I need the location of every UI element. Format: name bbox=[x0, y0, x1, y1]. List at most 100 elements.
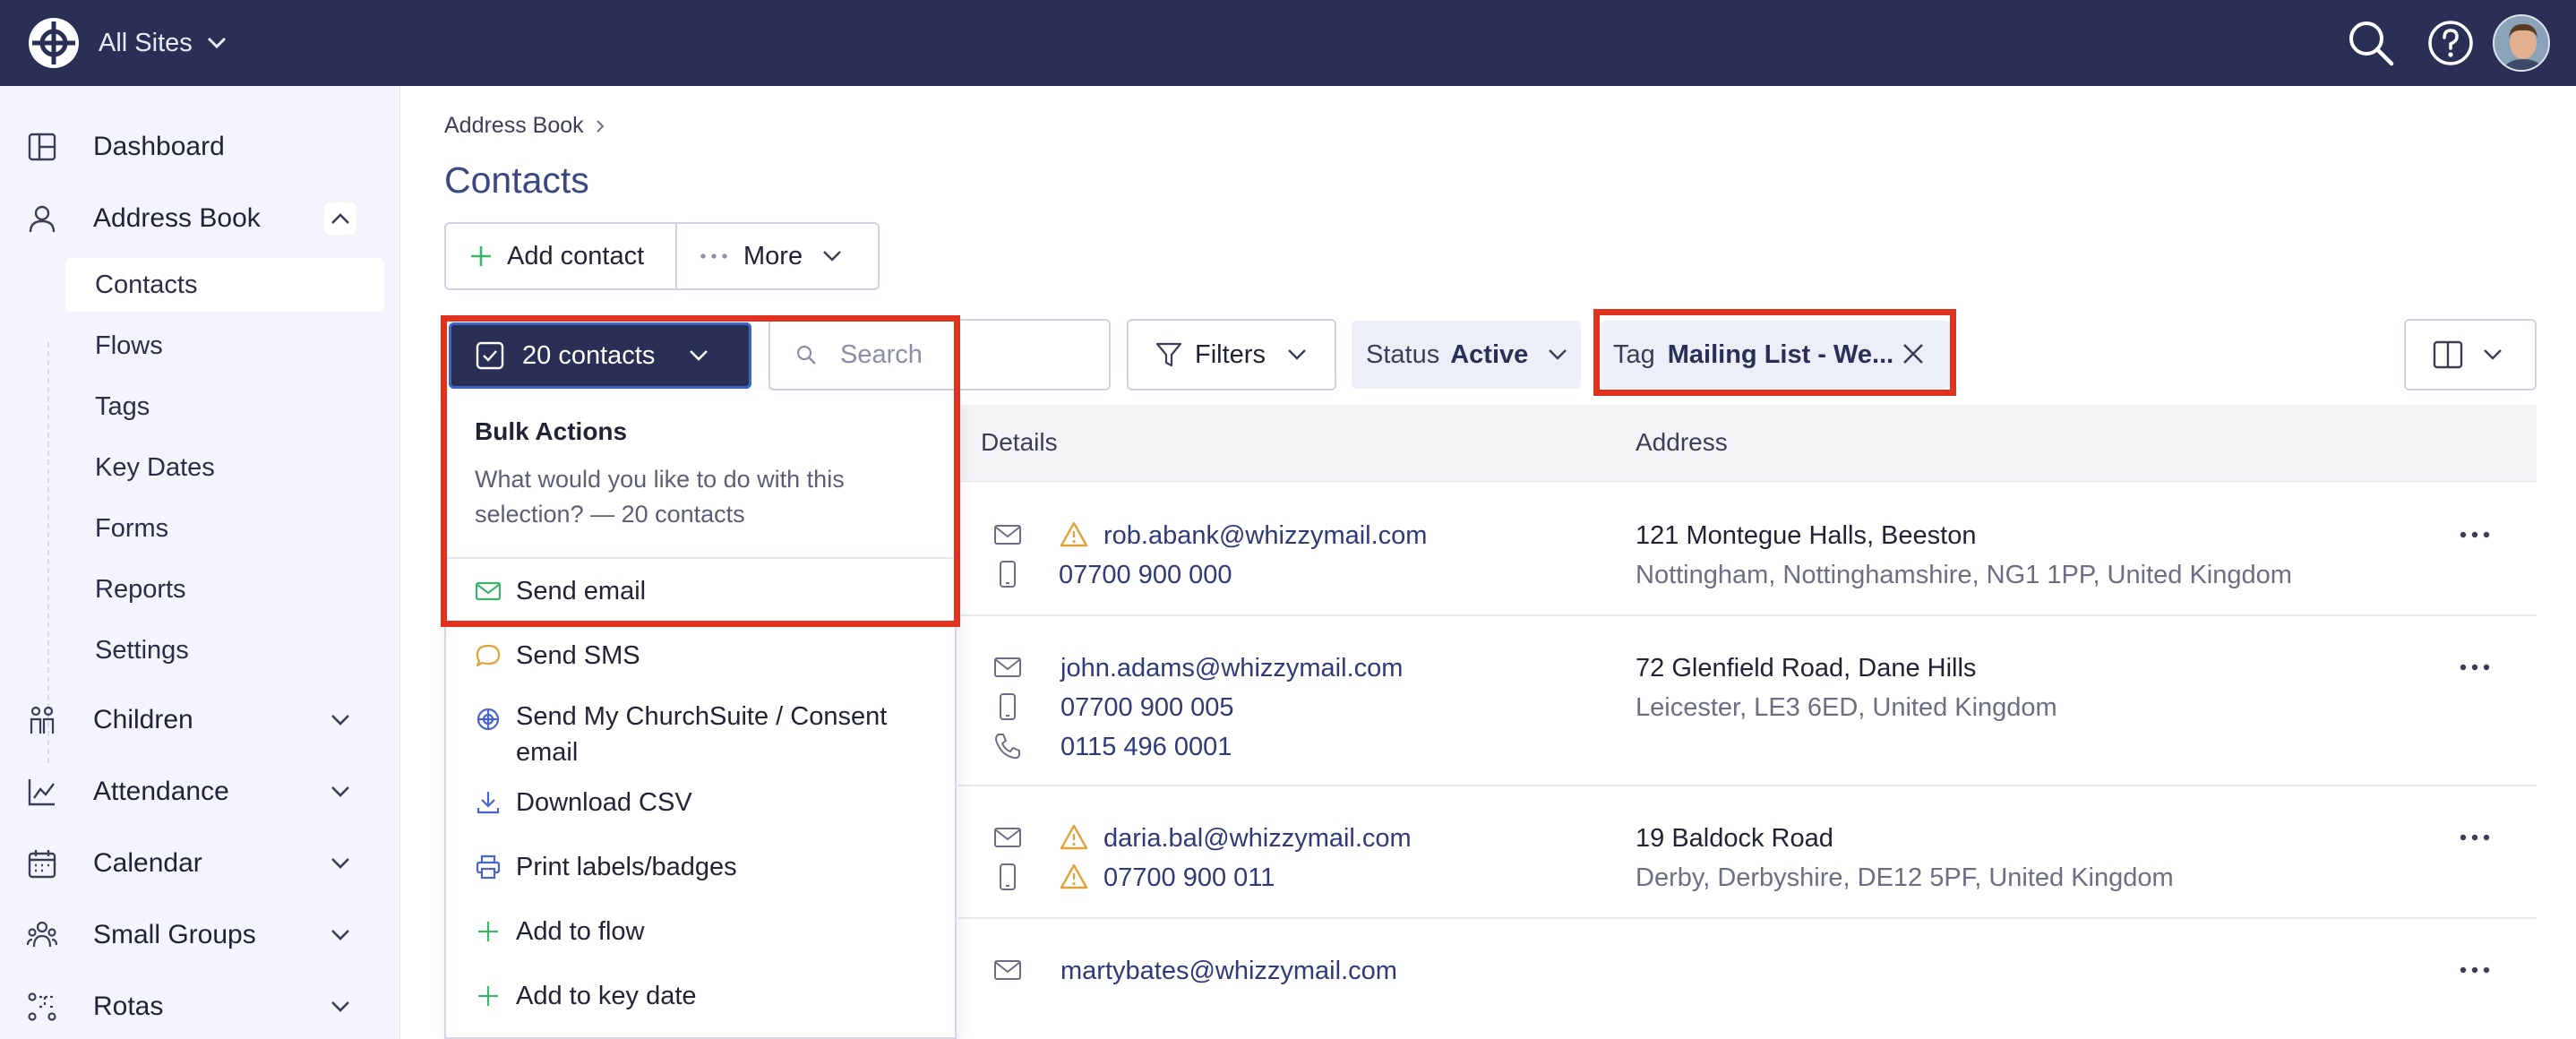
column-header-address[interactable]: Address bbox=[1636, 428, 1728, 457]
table-row[interactable]: martybates@whizzymail.com bbox=[958, 919, 2537, 1039]
sidebar-item-attendance[interactable]: Attendance bbox=[0, 765, 399, 819]
rota-icon bbox=[28, 992, 56, 1021]
column-layout-button[interactable] bbox=[2404, 319, 2537, 391]
search-field[interactable] bbox=[769, 319, 1111, 391]
row-menu-icon[interactable] bbox=[2452, 654, 2497, 681]
contact-email-link[interactable]: martybates@whizzymail.com bbox=[1060, 957, 1397, 986]
print-labels-action[interactable]: Print labels/badges bbox=[446, 840, 955, 894]
action-label: Add to flow bbox=[516, 916, 645, 946]
more-label: More bbox=[743, 241, 803, 270]
sidebar-subitem-flows[interactable]: Flows bbox=[65, 319, 384, 373]
breadcrumb[interactable]: Address Book bbox=[444, 113, 605, 139]
sidebar-item-address-book[interactable]: Address Book bbox=[0, 192, 399, 245]
contact-email-link[interactable]: rob.abank@whizzymail.com bbox=[1103, 521, 1427, 551]
group-icon bbox=[27, 921, 57, 948]
contact-email-link[interactable]: daria.bal@whizzymail.com bbox=[1103, 824, 1412, 854]
table-row[interactable]: john.adams@whizzymail.com 07700 900 005 … bbox=[958, 616, 2537, 786]
breadcrumb-address-book[interactable]: Address Book bbox=[444, 113, 584, 139]
contact-landline-link[interactable]: 0115 496 0001 bbox=[1060, 733, 1232, 762]
children-icon bbox=[30, 706, 55, 734]
sidebar-item-label: Attendance bbox=[93, 777, 229, 806]
sidebar-subitem-key-dates[interactable]: Key Dates bbox=[65, 441, 384, 494]
chevron-down-icon bbox=[1549, 349, 1567, 360]
sidebar-item-small-groups[interactable]: Small Groups bbox=[0, 908, 399, 962]
sidebar-subitem-tags[interactable]: Tags bbox=[65, 380, 384, 434]
sidebar-item-label: Calendar bbox=[93, 848, 202, 878]
address-line-2: Derby, Derbyshire, DE12 5PF, United King… bbox=[1636, 863, 2174, 892]
sidebar: Dashboard Address Book Contacts Flows Ta… bbox=[0, 86, 400, 1039]
tag-filter-value: Mailing List - We... bbox=[1667, 339, 1894, 369]
envelope-icon bbox=[994, 960, 1021, 980]
plus-icon bbox=[478, 922, 498, 941]
contact-email-link[interactable]: john.adams@whizzymail.com bbox=[1060, 654, 1403, 683]
chevron-up-icon[interactable] bbox=[324, 202, 356, 235]
chevron-down-icon[interactable] bbox=[324, 847, 356, 880]
row-menu-icon[interactable] bbox=[2452, 957, 2497, 983]
selected-contacts-button[interactable]: 20 contacts bbox=[449, 322, 751, 389]
logo-icon[interactable] bbox=[27, 16, 81, 70]
table-row[interactable]: rob.abank@whizzymail.com 07700 900 000 1… bbox=[958, 482, 2537, 616]
warning-icon bbox=[1060, 863, 1088, 889]
bulk-actions-description: What would you like to do with this sele… bbox=[475, 466, 845, 528]
sidebar-item-label: Children bbox=[93, 705, 193, 734]
warning-icon bbox=[1060, 824, 1088, 850]
mobile-icon bbox=[1000, 561, 1016, 588]
contact-mobile-link[interactable]: 07700 900 011 bbox=[1103, 863, 1275, 893]
column-header-details[interactable]: Details bbox=[981, 428, 1058, 457]
close-icon[interactable] bbox=[1898, 339, 1928, 369]
warning-icon bbox=[1060, 521, 1088, 547]
search-input[interactable] bbox=[840, 339, 1073, 370]
chevron-down-icon bbox=[2484, 349, 2502, 360]
sidebar-item-calendar[interactable]: Calendar bbox=[0, 837, 399, 890]
envelope-icon bbox=[994, 525, 1021, 545]
envelope-icon bbox=[475, 581, 502, 601]
sidebar-item-rotas[interactable]: Rotas bbox=[0, 980, 399, 1034]
sidebar-item-children[interactable]: Children bbox=[0, 693, 399, 747]
avatar[interactable] bbox=[2493, 14, 2550, 72]
add-to-key-date-action[interactable]: Add to key date bbox=[446, 969, 955, 1023]
sidebar-subitem-settings[interactable]: Settings bbox=[65, 623, 384, 677]
tag-filter-chip[interactable]: Tag Mailing List - We... bbox=[1601, 321, 1950, 389]
columns-icon bbox=[2433, 340, 2463, 369]
chevron-down-icon[interactable] bbox=[324, 991, 356, 1023]
filters-button[interactable]: Filters bbox=[1127, 319, 1336, 391]
sidebar-subitem-reports[interactable]: Reports bbox=[65, 562, 384, 616]
chevron-down-icon bbox=[690, 350, 708, 361]
status-filter-chip[interactable]: Status Active bbox=[1352, 321, 1581, 389]
send-consent-email-action[interactable]: Send My ChurchSuite / Consent email bbox=[446, 693, 955, 772]
sidebar-item-label: Dashboard bbox=[93, 132, 225, 161]
chevron-down-icon[interactable] bbox=[324, 704, 356, 736]
sidebar-subitem-contacts[interactable]: Contacts bbox=[65, 258, 384, 312]
filters-label: Filters bbox=[1195, 339, 1266, 369]
site-switcher[interactable]: All Sites bbox=[99, 23, 227, 63]
table-row[interactable]: daria.bal@whizzymail.com 07700 900 011 1… bbox=[958, 786, 2537, 919]
add-contact-button[interactable]: Add contact bbox=[446, 224, 677, 288]
plus-icon bbox=[471, 246, 491, 266]
table-header: Details Address bbox=[958, 405, 2537, 482]
status-filter-value: Active bbox=[1450, 339, 1529, 369]
contact-mobile-link[interactable]: 07700 900 000 bbox=[1059, 561, 1232, 590]
search-icon[interactable] bbox=[2344, 16, 2398, 70]
more-button[interactable]: More bbox=[677, 224, 878, 288]
address-line-1: 19 Baldock Road bbox=[1636, 824, 1833, 853]
row-menu-icon[interactable] bbox=[2452, 824, 2497, 851]
action-label: Print labels/badges bbox=[516, 852, 737, 881]
sidebar-subitem-forms[interactable]: Forms bbox=[65, 502, 384, 555]
add-to-flow-action[interactable]: Add to flow bbox=[446, 905, 955, 958]
chevron-down-icon[interactable] bbox=[324, 776, 356, 808]
search-icon bbox=[796, 345, 816, 365]
add-contact-label: Add contact bbox=[507, 241, 645, 270]
address-line-1: 72 Glenfield Road, Dane Hills bbox=[1636, 654, 1977, 683]
contact-mobile-link[interactable]: 07700 900 005 bbox=[1060, 693, 1234, 723]
download-csv-action[interactable]: Download CSV bbox=[446, 776, 955, 829]
send-email-action[interactable]: Send email bbox=[446, 564, 955, 618]
divider bbox=[446, 557, 955, 559]
row-menu-icon[interactable] bbox=[2452, 521, 2497, 548]
action-label: Download CSV bbox=[516, 787, 692, 817]
sidebar-item-dashboard[interactable]: Dashboard bbox=[0, 120, 399, 174]
site-label: All Sites bbox=[99, 28, 193, 57]
chevron-down-icon[interactable] bbox=[324, 919, 356, 951]
help-icon[interactable] bbox=[2424, 16, 2477, 70]
send-sms-action[interactable]: Send SMS bbox=[446, 629, 955, 683]
address-line-2: Nottingham, Nottinghamshire, NG1 1PP, Un… bbox=[1636, 561, 2292, 589]
